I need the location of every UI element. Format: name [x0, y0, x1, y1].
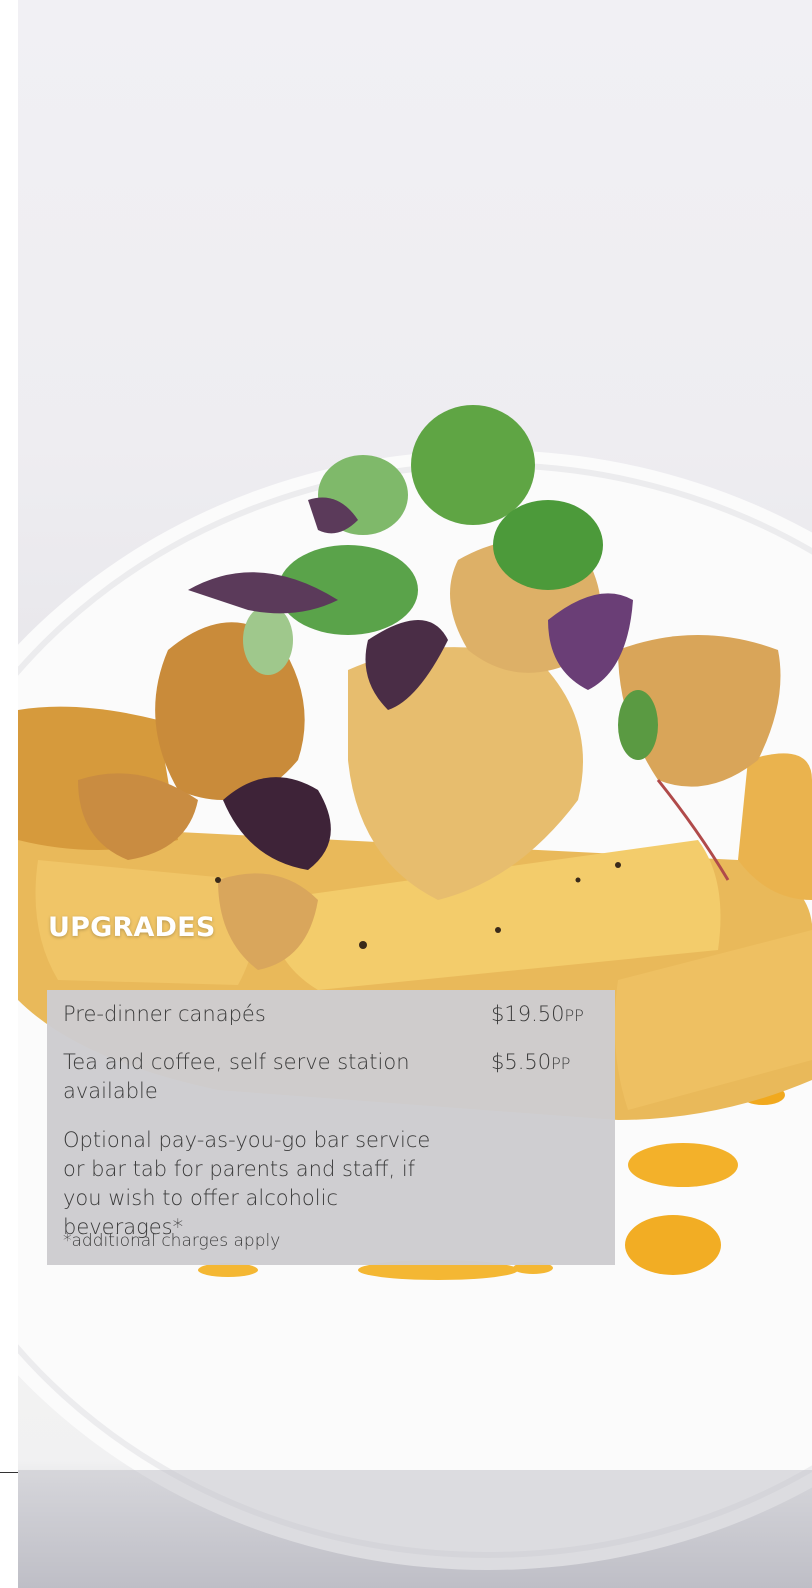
price-unit: PP — [551, 1054, 571, 1073]
item-name: Pre-dinner canapés — [63, 1002, 266, 1026]
item-price: $5.50PP — [491, 1048, 570, 1078]
item-name: Tea and coffee, self serve station avail… — [63, 1050, 410, 1103]
upgrades-panel: Pre-dinner canapés $19.50PP Tea and coff… — [47, 990, 615, 1265]
food-photo — [18, 0, 812, 1588]
section-title: UPGRADES — [48, 912, 216, 943]
item-price: $19.50PP — [491, 1000, 584, 1030]
item-name: Optional pay-as-you-go bar service or ba… — [63, 1128, 431, 1239]
edge-rule — [0, 1472, 18, 1473]
food-illustration — [18, 405, 812, 1588]
price-unit: PP — [564, 1006, 584, 1025]
footnote: *additional charges apply — [63, 1231, 281, 1251]
price-amount: $5.50 — [491, 1050, 552, 1074]
price-amount: $19.50 — [491, 1002, 565, 1026]
